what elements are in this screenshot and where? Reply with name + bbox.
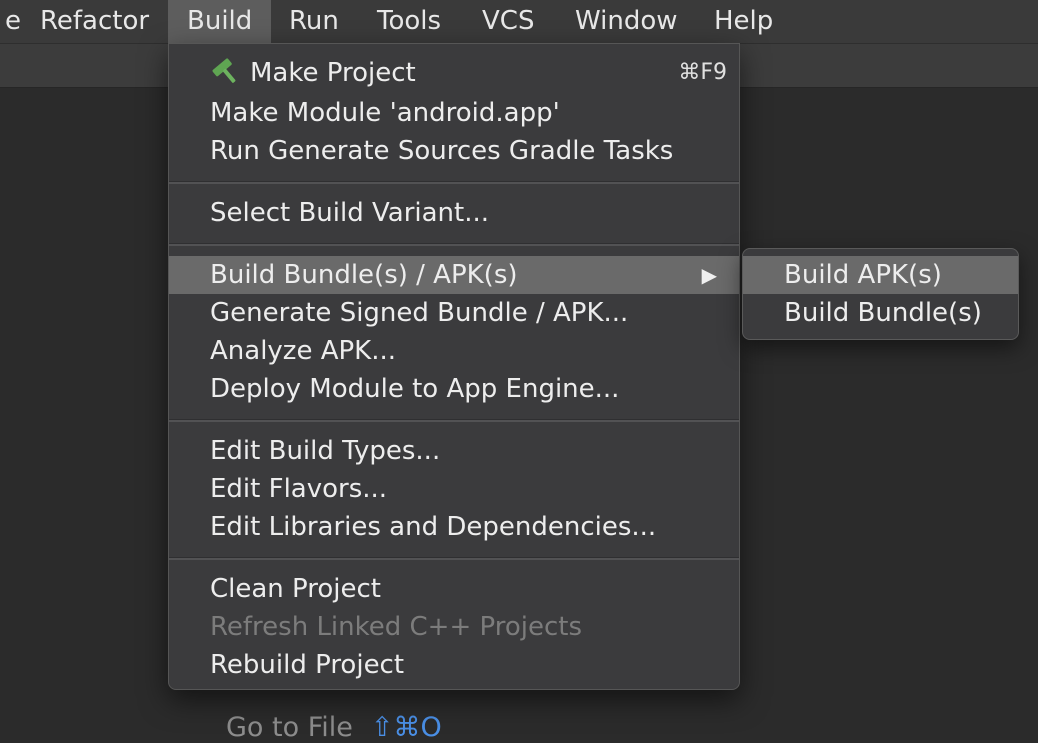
menubar-item-help[interactable]: Help [695, 0, 792, 43]
menu-item-clean-project[interactable]: Clean Project [169, 570, 739, 608]
menu-item-select-build-variant[interactable]: Select Build Variant... [169, 194, 739, 232]
menu-item-label: Select Build Variant... [210, 198, 490, 228]
goto-file-shortcut: ⇧⌘O [370, 712, 442, 743]
menu-item-label: Run Generate Sources Gradle Tasks [210, 136, 674, 166]
menu-separator [169, 419, 739, 422]
menu-item-label: Clean Project [210, 574, 382, 604]
menu-item-label: Make Project [250, 58, 416, 88]
menu-item-refresh-linked-cpp: Refresh Linked C++ Projects [169, 608, 739, 646]
menu-item-edit-build-types[interactable]: Edit Build Types... [169, 432, 739, 470]
menubar-item-window[interactable]: Window [556, 0, 697, 43]
menu-separator [169, 243, 739, 246]
menu-item-edit-flavors[interactable]: Edit Flavors... [169, 470, 739, 508]
menubar-item-run[interactable]: Run [270, 0, 358, 43]
hammer-icon [212, 58, 236, 83]
menubar-item-vcs[interactable]: VCS [463, 0, 553, 43]
menu-separator [169, 557, 739, 560]
menu-item-make-module[interactable]: Make Module 'android.app' [169, 94, 739, 132]
menu-item-generate-signed-bundle[interactable]: Generate Signed Bundle / APK... [169, 294, 739, 332]
menu-item-deploy-module[interactable]: Deploy Module to App Engine... [169, 370, 739, 408]
menubar-item-tools[interactable]: Tools [358, 0, 460, 43]
submenu-item-build-bundles[interactable]: Build Bundle(s) [743, 294, 1018, 332]
goto-file-hint: Go to File ⇧⌘O [226, 712, 442, 743]
make-project-shortcut: ⌘F9 [678, 60, 727, 85]
menu-item-label: Build Bundle(s) / APK(s) [210, 260, 518, 290]
submenu-item-build-apks[interactable]: Build APK(s) [743, 256, 1018, 294]
menubar-item-build[interactable]: Build [168, 0, 272, 43]
menu-item-build-bundles-apks[interactable]: Build Bundle(s) / APK(s) ▶ [169, 256, 739, 294]
menu-item-label: Edit Libraries and Dependencies... [210, 512, 657, 542]
goto-file-label: Go to File [226, 712, 353, 743]
submenu-arrow-icon: ▶ [701, 263, 717, 287]
menu-item-edit-libraries[interactable]: Edit Libraries and Dependencies... [169, 508, 739, 546]
build-menu-dropdown: Make Project ⌘F9 Make Module 'android.ap… [168, 43, 740, 690]
menu-bar: e Refactor Build Run Tools VCS Window He… [0, 0, 1038, 44]
menu-item-label: Build APK(s) [784, 260, 942, 290]
menu-item-analyze-apk[interactable]: Analyze APK... [169, 332, 739, 370]
menu-item-label: Refresh Linked C++ Projects [210, 612, 583, 642]
menu-item-run-generate-sources[interactable]: Run Generate Sources Gradle Tasks [169, 132, 739, 170]
menu-item-label: Rebuild Project [210, 650, 405, 680]
menu-item-make-project[interactable]: Make Project ⌘F9 [169, 54, 739, 92]
menu-item-label: Generate Signed Bundle / APK... [210, 298, 629, 328]
menu-item-label: Edit Flavors... [210, 474, 388, 504]
menu-item-label: Build Bundle(s) [784, 298, 982, 328]
menu-separator [169, 181, 739, 184]
menu-item-label: Analyze APK... [210, 336, 397, 366]
menu-item-label: Edit Build Types... [210, 436, 441, 466]
menu-item-rebuild-project[interactable]: Rebuild Project [169, 646, 739, 684]
menubar-item-refactor[interactable]: Refactor [21, 0, 168, 43]
menu-item-label: Deploy Module to App Engine... [210, 374, 620, 404]
menu-item-label: Make Module 'android.app' [210, 98, 560, 128]
build-bundles-submenu: Build APK(s) Build Bundle(s) [742, 248, 1019, 340]
